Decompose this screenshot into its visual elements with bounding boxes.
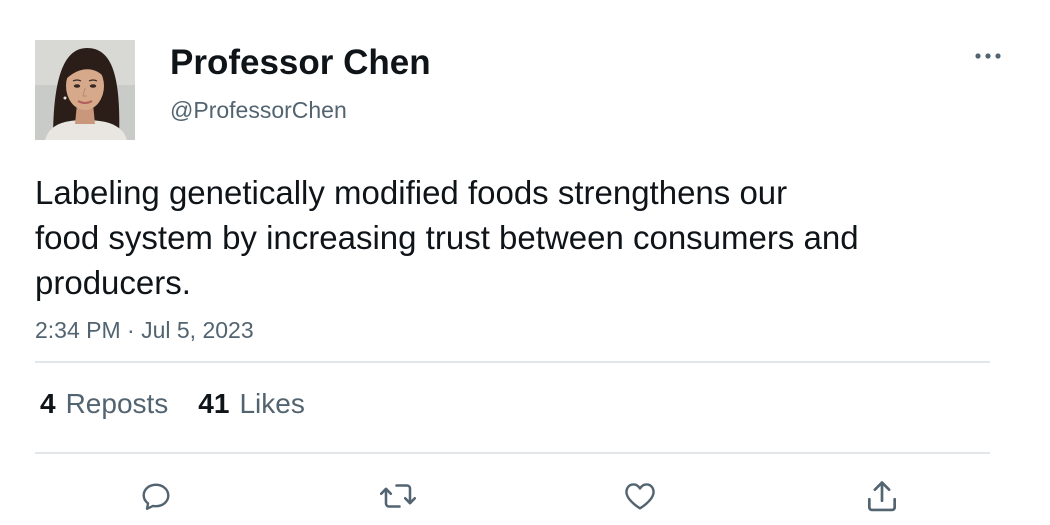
avatar[interactable] [35, 40, 135, 140]
reposts-stat[interactable]: 4 Reposts [40, 386, 168, 422]
tweet-text: Labeling genetically modified foods stre… [35, 170, 995, 305]
tweet-text-line: producers. [35, 264, 191, 301]
repost-icon [379, 484, 417, 508]
more-options-button[interactable] [968, 44, 1008, 68]
avatar-image [35, 40, 135, 140]
author-handle[interactable]: @ProfessorChen [170, 96, 347, 124]
tweet-timestamp[interactable]: 2:34 PM · Jul 5, 2023 [35, 315, 254, 345]
engagement-stats: 4 Reposts 41 Likes [40, 386, 305, 422]
share-icon [867, 481, 897, 512]
divider [35, 361, 990, 363]
repost-button[interactable] [376, 474, 420, 518]
divider [35, 452, 990, 454]
more-horizontal-icon [975, 53, 1001, 59]
likes-stat[interactable]: 41 Likes [198, 386, 305, 422]
reposts-count: 4 [40, 388, 56, 419]
author-display-name[interactable]: Professor Chen [170, 42, 431, 84]
reply-button[interactable] [134, 474, 178, 518]
tweet-text-line: food system by increasing trust between … [35, 219, 859, 256]
likes-label: Likes [239, 388, 305, 419]
like-button[interactable] [618, 474, 662, 518]
heart-icon [625, 483, 655, 510]
reply-icon [142, 483, 170, 510]
share-button[interactable] [860, 474, 904, 518]
tweet-text-line: Labeling genetically modified foods stre… [35, 174, 788, 211]
reposts-label: Reposts [65, 388, 169, 419]
likes-count: 41 [198, 388, 230, 419]
